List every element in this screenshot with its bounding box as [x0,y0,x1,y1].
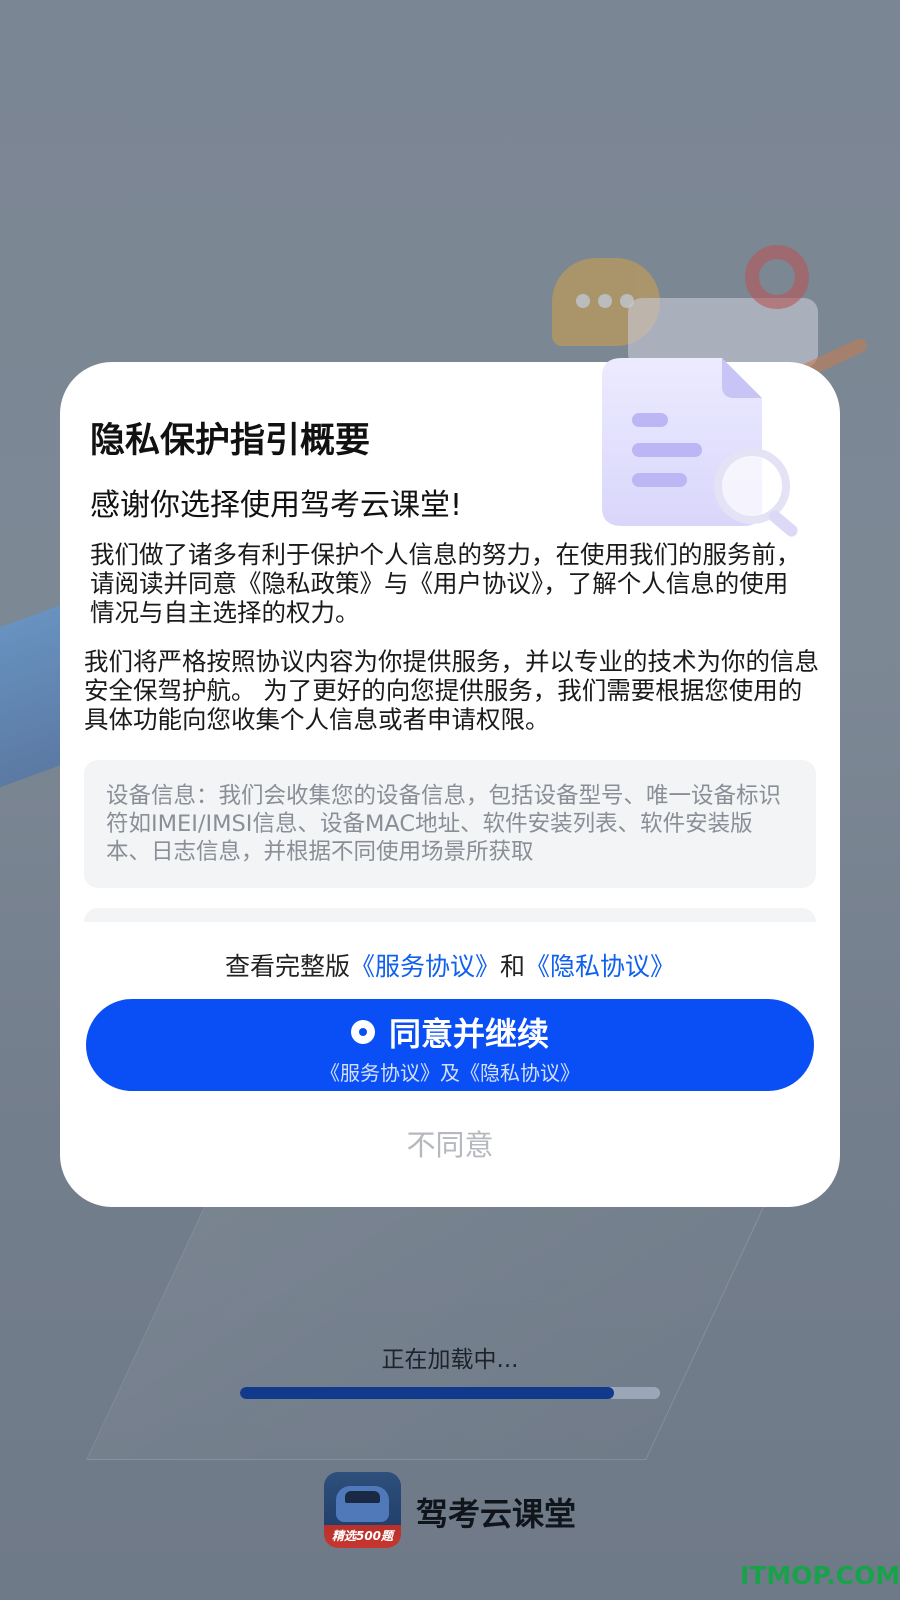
device-info-box[interactable]: 设备信息：我们会收集您的设备信息，包括设备型号、唯一设备标识符如IMEI/IMS… [84,760,816,888]
agree-continue-button[interactable]: 同意并继续 《服务协议》及《隐私协议》 [86,999,814,1091]
links-prefix: 查看完整版 [224,952,350,981]
next-info-box [84,908,816,922]
dialog-title: 隐私保护指引概要 [90,421,371,461]
service-agreement-link[interactable]: 《服务协议》 [350,952,500,981]
device-info-text: 设备信息：我们会收集您的设备信息，包括设备型号、唯一设备标识符如IMEI/IMS… [106,783,782,865]
full-agreements-line: 查看完整版《服务协议》和《隐私协议》 [60,947,840,983]
document-search-icon [602,358,798,537]
disagree-button[interactable]: 不同意 [60,1122,840,1164]
intro-paragraph: 我们做了诸多有利于保护个人信息的努力，在使用我们的服务前，请阅读并同意《隐私政策… [90,540,801,627]
loading-text: 正在加载中... [381,1347,519,1373]
privacy-agreement-link[interactable]: 《隐私协议》 [525,952,675,981]
app-logo-icon: 精选500题 [324,1472,401,1548]
car-icon [336,1486,389,1522]
privacy-dialog: 隐私保护指引概要 感谢你选择使用驾考云课堂! 我们做了诸多有利于保护个人信息的努… [60,358,840,1207]
location-pin-icon [745,245,809,309]
agree-button-sublabel: 《服务协议》及《隐私协议》 [320,1061,580,1085]
loading-progress-fill [240,1387,614,1399]
dialog-subtitle: 感谢你选择使用驾考云课堂! [90,488,463,523]
links-conjunction: 和 [500,952,526,981]
app-name: 驾考云课堂 [416,1495,577,1533]
agree-button-label: 同意并继续 [388,1015,549,1053]
loading-progress-bar [240,1387,660,1399]
app-logo-label: 精选500题 [331,1529,394,1543]
commitment-paragraph: 我们将严格按照协议内容为你提供服务，并以专业的技术为你的信息安全保驾护航。 为了… [84,647,819,734]
chat-bubble-icon [552,258,660,346]
radio-dot-icon [350,1020,375,1044]
watermark: ITMOP.COM [740,1561,900,1590]
